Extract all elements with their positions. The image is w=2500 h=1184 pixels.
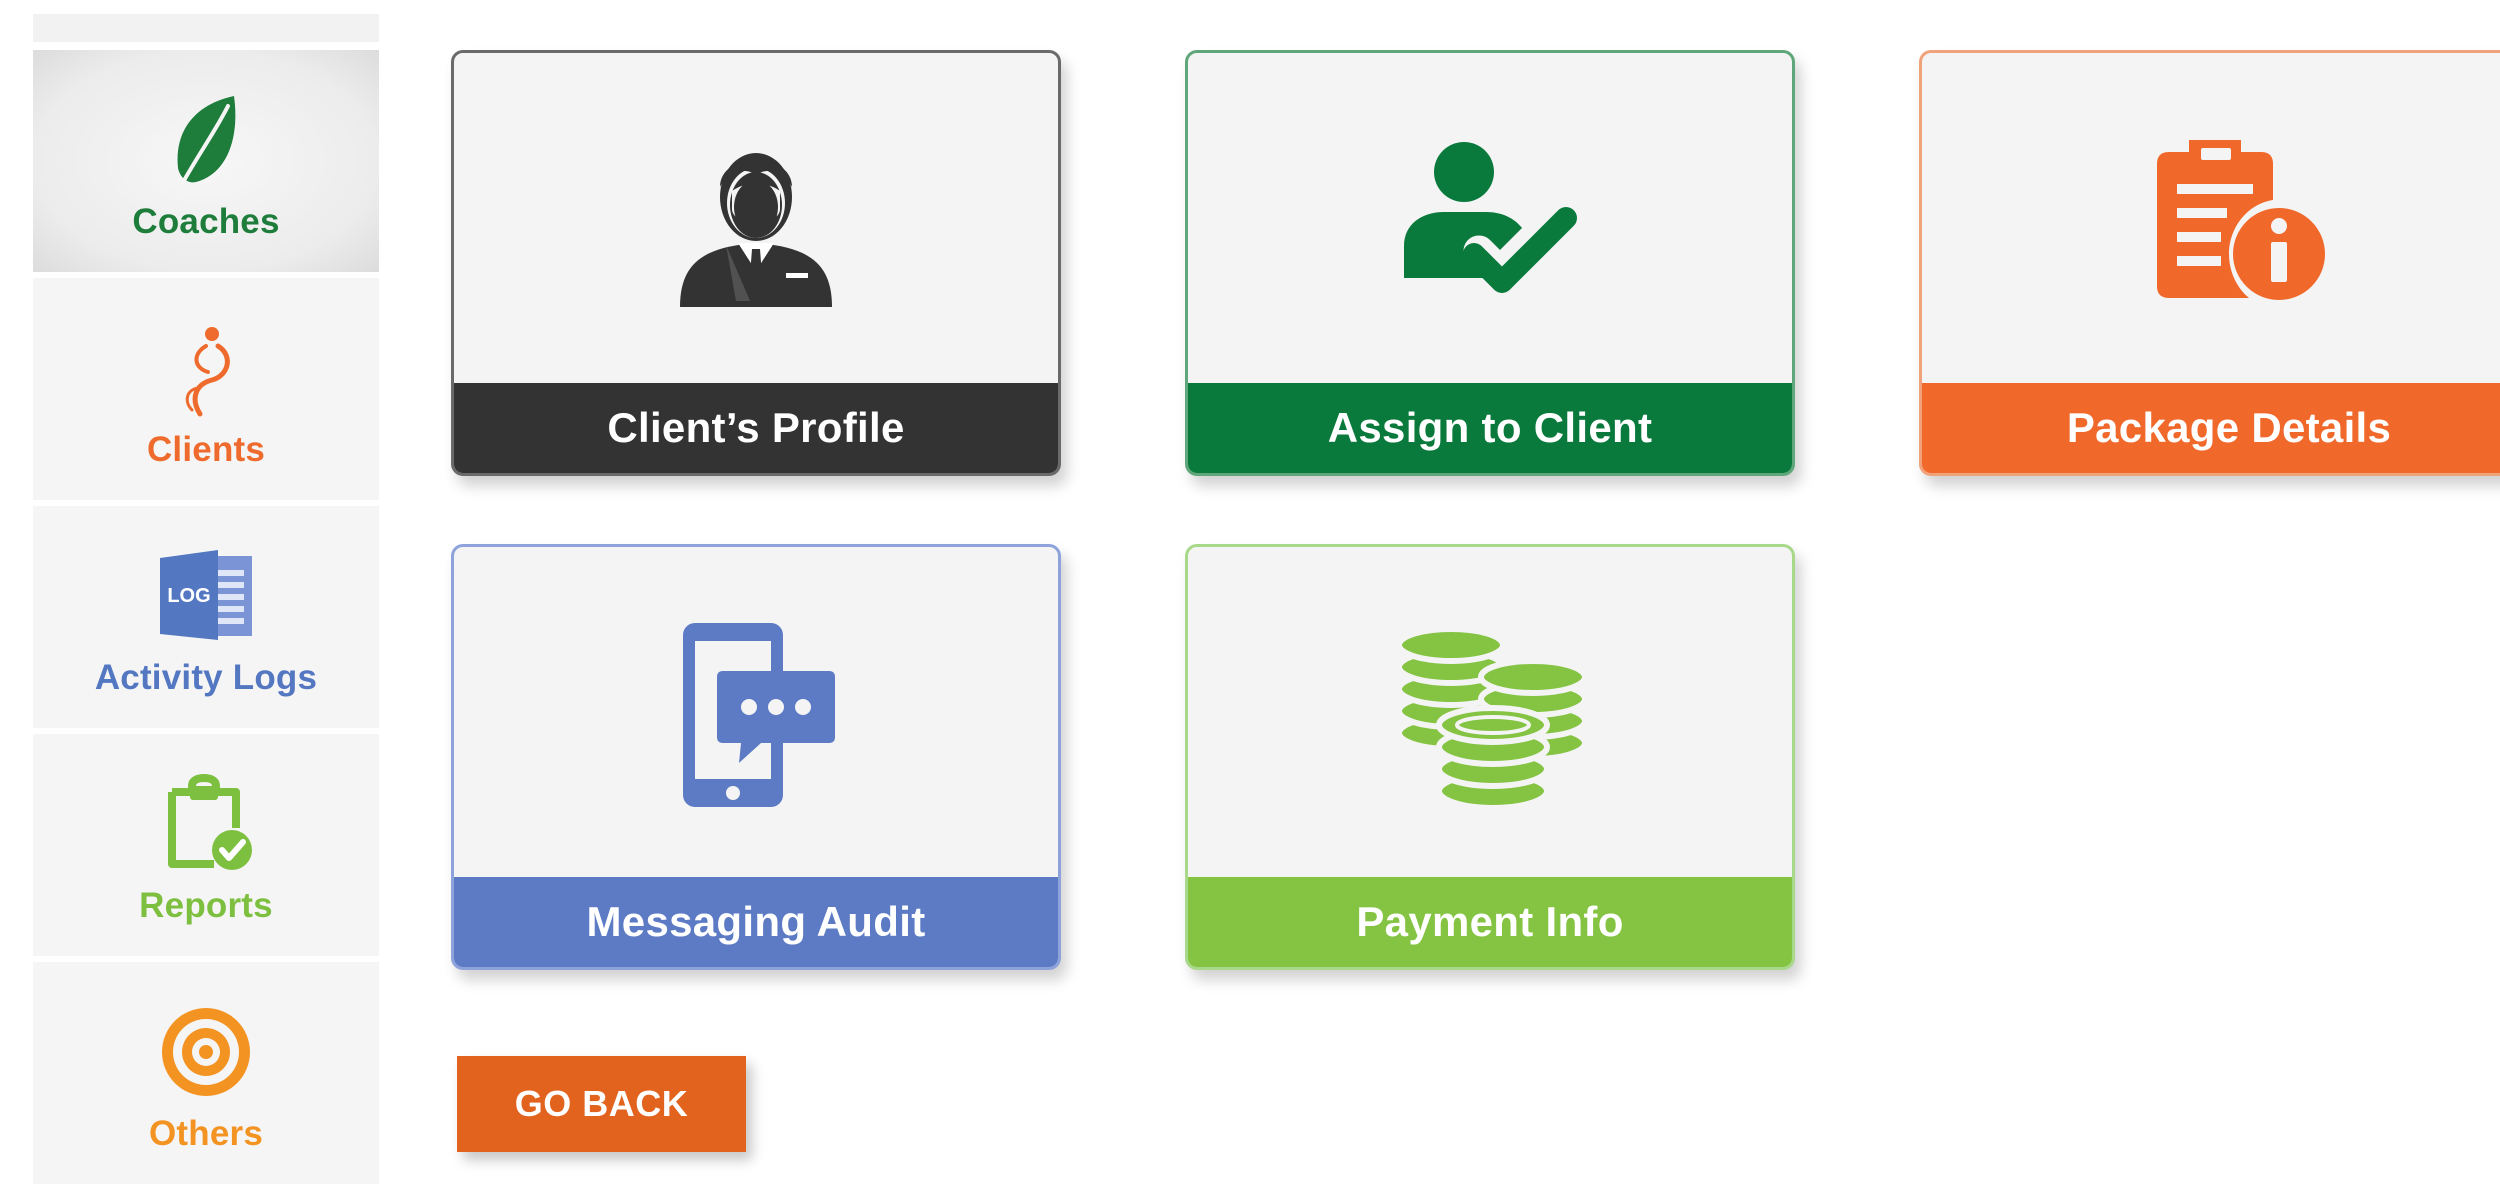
card-label: Client’s Profile: [454, 383, 1058, 473]
phone-chat-icon: [683, 623, 835, 807]
document-info-icon: [2157, 140, 2325, 300]
log-book-icon: LOG: [160, 550, 252, 640]
user-check-icon: [1404, 142, 1577, 293]
leaf-icon: [177, 96, 236, 186]
card-label: Payment Info: [1188, 877, 1792, 967]
sidebar-item-label: Clients: [146, 430, 266, 469]
payment-info-card[interactable]: Payment Info: [1185, 544, 1795, 970]
sidebar-top-strip: [33, 14, 379, 42]
messaging-audit-card[interactable]: Messaging Audit: [451, 544, 1061, 970]
card-label: Messaging Audit: [454, 877, 1058, 967]
card-label: Assign to Client: [1188, 383, 1792, 473]
sidebar-item-coaches[interactable]: Coaches: [33, 50, 379, 272]
page: Coaches Clients LOG Activity Logs Report…: [0, 0, 2500, 1184]
sidebar: Coaches Clients LOG Activity Logs Report…: [33, 14, 379, 1184]
sidebar-item-reports[interactable]: Reports: [33, 734, 379, 956]
assign-to-client-card[interactable]: Assign to Client: [1185, 50, 1795, 476]
clients-profile-card[interactable]: Client’s Profile: [451, 50, 1061, 476]
sidebar-item-label: Activity Logs: [94, 658, 318, 697]
package-details-card[interactable]: Package Details: [1919, 50, 2500, 476]
sidebar-item-label: Reports: [139, 886, 273, 925]
go-back-button[interactable]: GO BACK: [457, 1056, 746, 1152]
clipboard-check-icon: [168, 774, 252, 870]
card-label: Package Details: [1922, 383, 2500, 473]
sidebar-item-clients[interactable]: Clients: [33, 278, 379, 500]
sidebar-item-activity-logs[interactable]: LOG Activity Logs: [33, 506, 379, 728]
businessman-icon: [680, 153, 832, 307]
coin-stack-icon: [1396, 626, 1588, 811]
target-icon: [162, 1008, 250, 1096]
sidebar-item-others[interactable]: Others: [33, 962, 379, 1184]
sidebar-item-label: Coaches: [132, 202, 280, 241]
person-swirl-icon: [185, 327, 230, 417]
sidebar-item-label: Others: [148, 1114, 263, 1153]
log-icon-text: LOG: [167, 585, 210, 607]
